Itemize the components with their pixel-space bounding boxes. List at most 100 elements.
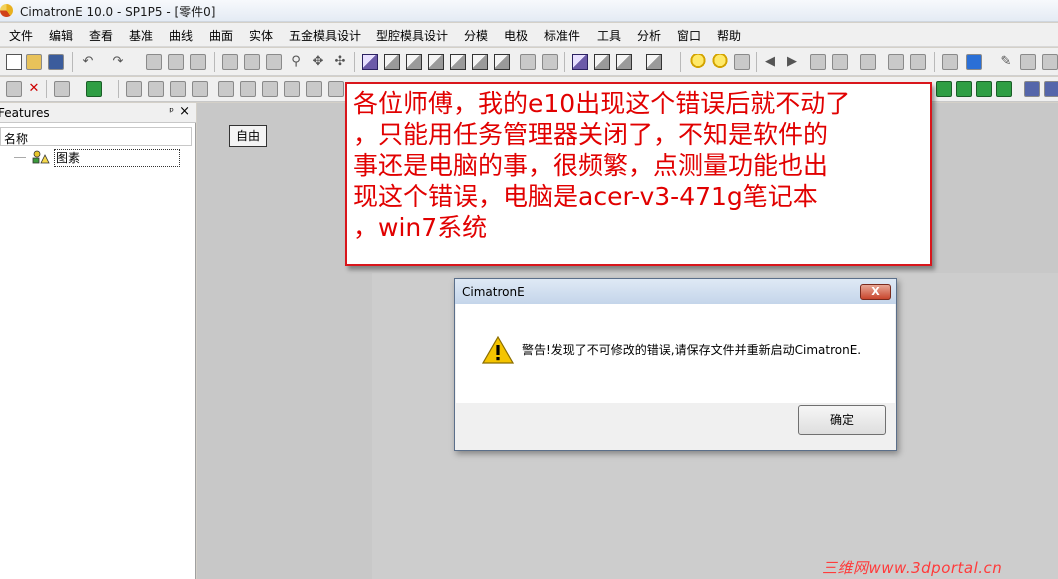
draft-green-icon[interactable] (996, 81, 1012, 97)
annotation-line-2: ，只能用任务管理器关闭了，不知是软件的 (353, 120, 829, 149)
filter-plane-icon[interactable] (306, 81, 322, 97)
zoom-all-icon[interactable] (222, 54, 238, 70)
measure-icon[interactable] (860, 54, 876, 70)
filter-face-icon[interactable] (170, 81, 186, 97)
redo-icon[interactable]: ↷ (110, 54, 126, 70)
pointer-icon[interactable] (86, 81, 102, 97)
menu-edit[interactable]: 编辑 (49, 27, 73, 44)
pan-icon[interactable]: ✥ (310, 54, 326, 70)
select-icon[interactable] (190, 54, 206, 70)
open-folder-icon[interactable] (26, 54, 42, 70)
iso-view-icon[interactable] (428, 54, 444, 70)
pin-icon[interactable]: ᵖ (169, 105, 174, 118)
column-header-label: 名称 (4, 132, 29, 146)
line-style-icon[interactable] (1020, 54, 1036, 70)
surface-green-icon[interactable] (936, 81, 952, 97)
menu-die-design[interactable]: 五金模具设计 (289, 27, 361, 44)
menu-curve[interactable]: 曲线 (169, 27, 193, 44)
rotate-icon[interactable]: ✣ (332, 54, 348, 70)
pick-icon[interactable] (6, 81, 22, 97)
view-dropdown-icon[interactable] (646, 54, 662, 70)
filter-edge-icon[interactable] (192, 81, 208, 97)
link-icon[interactable] (146, 54, 162, 70)
color-fill-icon[interactable] (966, 54, 982, 70)
box-icon[interactable] (572, 54, 588, 70)
menu-mold-design[interactable]: 型腔模具设计 (376, 27, 448, 44)
delete-icon[interactable]: ✕ (26, 81, 42, 97)
free-mode-button[interactable]: 自由 (229, 125, 267, 147)
menu-analysis[interactable]: 分析 (637, 27, 661, 44)
close-icon[interactable]: × (179, 104, 190, 119)
hidden-line-view-icon[interactable] (406, 54, 422, 70)
view-options-icon[interactable] (520, 54, 536, 70)
zoom-window-icon[interactable] (244, 54, 260, 70)
ok-button[interactable]: 确定 (798, 405, 886, 435)
filter-axis-icon[interactable] (328, 81, 344, 97)
features-panel-header: Features ᵖ × (0, 103, 196, 123)
forward-arrow-icon[interactable]: ▶ (784, 54, 800, 70)
undo-icon[interactable]: ↶ (80, 54, 96, 70)
tree-item-geometry[interactable]: 图素 (12, 149, 180, 167)
tree-connector (14, 157, 26, 158)
filter-curve-icon[interactable] (148, 81, 164, 97)
annotation-line-4: 现这个错误，电脑是acer-v3-471g笔记本 (353, 182, 818, 211)
menu-solid[interactable]: 实体 (249, 27, 273, 44)
magnifier-icon[interactable]: ⚲ (288, 54, 304, 70)
filter-all-icon[interactable] (218, 81, 234, 97)
select-box-icon[interactable] (54, 81, 70, 97)
main-toolbar: ↶ ↷ ⚲ ✥ ✣ ◀ ▶ ✎ (0, 48, 1058, 76)
question-annotation: 各位师傅，我的e10出现这个错误后就不动了 ，只能用任务管理器关闭了，不知是软件… (345, 82, 932, 266)
menu-file[interactable]: 文件 (9, 27, 33, 44)
column-header-name[interactable]: 名称 (0, 127, 192, 146)
filter-datum-icon[interactable] (284, 81, 300, 97)
filter-solid-icon[interactable] (240, 81, 256, 97)
features-panel: Features ᵖ × 名称 图素 (0, 103, 196, 579)
title-bar: CimatronE 10.0 - SP1P5 - [零件0] (0, 0, 1058, 22)
section-icon[interactable] (594, 54, 610, 70)
light-bulb-on-icon[interactable] (712, 54, 728, 70)
menu-view[interactable]: 查看 (89, 27, 113, 44)
display-mode-icon[interactable] (616, 54, 632, 70)
dialog-title: CimatronE (462, 285, 525, 299)
top-view-icon[interactable] (472, 54, 488, 70)
error-dialog: CimatronE X 警告!发现了不可修改的错误,请保存文件并重新启动Cima… (454, 278, 897, 451)
menu-window[interactable]: 窗口 (677, 27, 701, 44)
new-file-icon[interactable] (6, 54, 22, 70)
grid-icon[interactable] (810, 54, 826, 70)
features-panel-title: Features (0, 106, 50, 120)
pencil-icon[interactable]: ✎ (998, 54, 1014, 70)
wireframe-view-icon[interactable] (384, 54, 400, 70)
shaded-view-icon[interactable] (362, 54, 378, 70)
transform-icon[interactable] (832, 54, 848, 70)
menu-electrode[interactable]: 电极 (504, 27, 528, 44)
split-icon[interactable] (1044, 81, 1058, 97)
table-icon[interactable] (942, 54, 958, 70)
show-hide-icon[interactable] (734, 54, 750, 70)
annotation-line-3: 事还是电脑的事，很频繁，点测量功能也出 (353, 151, 829, 180)
layer-icon[interactable] (888, 54, 904, 70)
front-view-icon[interactable] (450, 54, 466, 70)
solid-green-icon[interactable] (956, 81, 972, 97)
menu-help[interactable]: 帮助 (717, 27, 741, 44)
save-icon[interactable] (48, 54, 64, 70)
blend-green-icon[interactable] (976, 81, 992, 97)
warning-icon (482, 336, 514, 364)
menu-tools[interactable]: 工具 (597, 27, 621, 44)
cimatron-logo-icon (0, 4, 13, 17)
render-icon[interactable] (542, 54, 558, 70)
back-arrow-icon[interactable]: ◀ (762, 54, 778, 70)
filter-icon[interactable] (168, 54, 184, 70)
dialog-close-button[interactable]: X (860, 284, 891, 300)
menu-datum[interactable]: 基准 (129, 27, 153, 44)
side-view-icon[interactable] (494, 54, 510, 70)
set-icon[interactable] (910, 54, 926, 70)
menu-surface[interactable]: 曲面 (209, 27, 233, 44)
menu-parting[interactable]: 分模 (464, 27, 488, 44)
filter-point-icon[interactable] (126, 81, 142, 97)
menu-standard-parts[interactable]: 标准件 (544, 27, 580, 44)
zoom-dynamic-icon[interactable] (266, 54, 282, 70)
shell-icon[interactable] (1024, 81, 1040, 97)
light-bulb-icon[interactable] (690, 54, 706, 70)
filter-sheet-icon[interactable] (262, 81, 278, 97)
line-width-icon[interactable] (1042, 54, 1058, 70)
